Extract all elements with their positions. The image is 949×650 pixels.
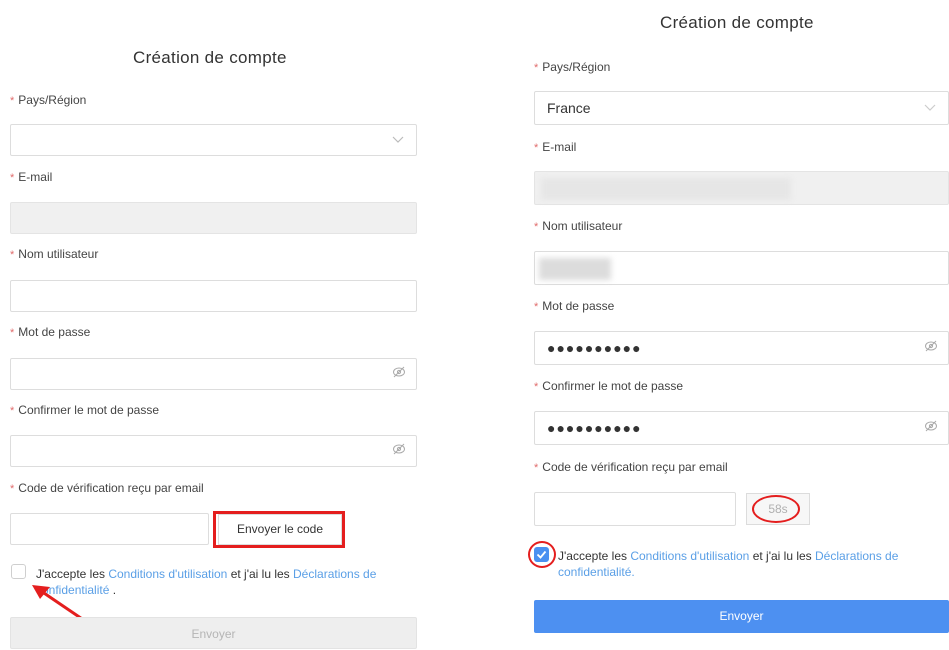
required-mark: * bbox=[10, 483, 15, 495]
username-field[interactable] bbox=[534, 251, 949, 285]
email-field[interactable] bbox=[10, 202, 417, 234]
required-mark: * bbox=[10, 95, 15, 107]
terms-text-part: J'accepte les bbox=[36, 567, 109, 581]
eye-slash-icon[interactable] bbox=[392, 442, 406, 460]
terms-of-use-link[interactable]: Conditions d'utilisation bbox=[108, 567, 227, 581]
chevron-down-icon bbox=[924, 99, 936, 117]
password-field[interactable]: ●●●●●●●●●● bbox=[534, 331, 949, 365]
email-field[interactable] bbox=[534, 171, 949, 205]
country-select[interactable] bbox=[10, 124, 417, 156]
password-label: * Mot de passe bbox=[10, 325, 90, 339]
required-mark: * bbox=[534, 301, 539, 313]
verification-code-label-text: Code de vérification reçu par email bbox=[542, 460, 728, 474]
redacted-value bbox=[541, 178, 791, 200]
terms-of-use-link[interactable]: Conditions d'utilisation bbox=[630, 549, 749, 563]
signup-form-empty: Création de compte * Pays/Région * E-mail … bbox=[0, 0, 430, 649]
email-label: * E-mail bbox=[534, 140, 576, 154]
confirm-password-label-text: Confirmer le mot de passe bbox=[542, 379, 684, 393]
chevron-down-icon bbox=[392, 131, 404, 149]
required-mark: * bbox=[534, 462, 539, 474]
required-mark: * bbox=[534, 62, 539, 74]
confirm-password-label: * Confirmer le mot de passe bbox=[534, 379, 683, 393]
terms-checkbox[interactable] bbox=[11, 564, 26, 579]
username-label: * Nom utilisateur bbox=[534, 219, 622, 233]
highlight-circle bbox=[752, 495, 800, 523]
terms-text-part: et j'ai lu les bbox=[749, 549, 816, 563]
username-label-text: Nom utilisateur bbox=[18, 247, 99, 261]
highlight-circle bbox=[528, 541, 556, 568]
email-label-text: E-mail bbox=[18, 170, 53, 184]
eye-slash-icon[interactable] bbox=[924, 419, 938, 437]
confirm-password-label-text: Confirmer le mot de passe bbox=[18, 403, 160, 417]
username-label: * Nom utilisateur bbox=[10, 247, 98, 261]
required-mark: * bbox=[10, 327, 15, 339]
submit-button[interactable]: Envoyer bbox=[10, 617, 417, 649]
username-field[interactable] bbox=[10, 280, 417, 312]
terms-text-part: et j'ai lu les bbox=[227, 567, 294, 581]
password-label-text: Mot de passe bbox=[18, 325, 91, 339]
email-label-text: E-mail bbox=[542, 140, 577, 154]
submit-button[interactable]: Envoyer bbox=[534, 600, 949, 633]
terms-text-part: J'accepte les bbox=[558, 549, 631, 563]
password-label-text: Mot de passe bbox=[542, 299, 615, 313]
page-title: Création de compte bbox=[660, 13, 814, 32]
country-label-text: Pays/Région bbox=[18, 93, 87, 107]
verification-code-label: * Code de vérification reçu par email bbox=[534, 460, 728, 474]
required-mark: * bbox=[534, 381, 539, 393]
required-mark: * bbox=[534, 142, 539, 154]
terms-text-part: . bbox=[109, 583, 117, 597]
country-select-value: France bbox=[547, 100, 591, 116]
confirm-password-field[interactable]: ●●●●●●●●●● bbox=[534, 411, 949, 445]
highlight-box bbox=[213, 511, 345, 548]
password-value: ●●●●●●●●●● bbox=[547, 340, 642, 356]
verification-code-field[interactable] bbox=[10, 513, 209, 545]
country-label-text: Pays/Région bbox=[542, 60, 611, 74]
password-label: * Mot de passe bbox=[534, 299, 614, 313]
country-label: * Pays/Région bbox=[10, 93, 86, 107]
page-title: Création de compte bbox=[133, 48, 287, 67]
country-select[interactable]: France bbox=[534, 91, 949, 125]
confirm-password-label: * Confirmer le mot de passe bbox=[10, 403, 159, 417]
verification-code-field[interactable] bbox=[534, 492, 736, 526]
eye-slash-icon[interactable] bbox=[392, 365, 406, 383]
verification-code-label-text: Code de vérification reçu par email bbox=[18, 481, 204, 495]
password-field[interactable] bbox=[10, 358, 417, 390]
signup-form-filled: Création de compte * Pays/Région France *… bbox=[522, 0, 949, 646]
required-mark: * bbox=[10, 249, 15, 261]
required-mark: * bbox=[534, 221, 539, 233]
country-label: * Pays/Région bbox=[534, 60, 610, 74]
terms-text-part: . bbox=[631, 565, 635, 579]
terms-text: J'accepte les Conditions d'utilisation e… bbox=[558, 548, 943, 580]
required-mark: * bbox=[10, 405, 15, 417]
confirm-password-field[interactable] bbox=[10, 435, 417, 467]
username-label-text: Nom utilisateur bbox=[542, 219, 623, 233]
verification-code-label: * Code de vérification reçu par email bbox=[10, 481, 204, 495]
required-mark: * bbox=[10, 172, 15, 184]
eye-slash-icon[interactable] bbox=[924, 339, 938, 357]
redacted-value bbox=[539, 258, 611, 280]
email-label: * E-mail bbox=[10, 170, 52, 184]
confirm-password-value: ●●●●●●●●●● bbox=[547, 420, 642, 436]
